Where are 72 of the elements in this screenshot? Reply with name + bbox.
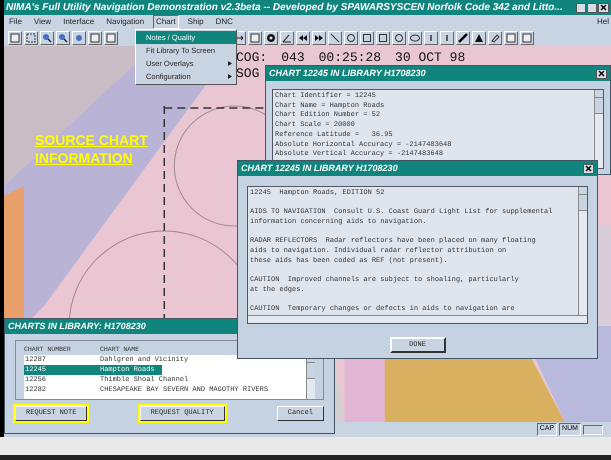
line-icon: [330, 32, 340, 42]
circle-icon: [394, 32, 404, 42]
eraser-icon: [490, 32, 500, 42]
square-icon: [362, 32, 372, 42]
time-readout: 00:25:28: [318, 49, 382, 67]
close-icon: [585, 165, 592, 172]
annotation-text: SOURCE CHART INFORMATION: [35, 131, 149, 167]
toolbar-button[interactable]: [456, 30, 470, 44]
submenu-arrow-icon: [228, 74, 232, 79]
horizontal-scrollbar[interactable]: [248, 315, 587, 323]
menu-item[interactable]: DNC: [212, 15, 236, 29]
cog-label: COG:: [236, 49, 268, 67]
close-button[interactable]: [583, 164, 594, 174]
minimize-button[interactable]: [576, 2, 586, 12]
toolbar-button[interactable]: [88, 30, 102, 44]
toolbar-button[interactable]: [392, 30, 406, 44]
submenu-arrow-icon: [228, 61, 232, 66]
toolbar-button[interactable]: [488, 30, 502, 44]
circle-icon: [346, 32, 356, 42]
close-button[interactable]: [598, 2, 609, 12]
menu-item[interactable]: Navigation: [103, 15, 148, 29]
toolbar-button[interactable]: [520, 30, 534, 44]
toolbar-button[interactable]: [344, 30, 358, 44]
rewind-icon: [298, 32, 308, 42]
menu-item[interactable]: Hel: [596, 16, 609, 28]
toolbar-button[interactable]: [504, 30, 518, 44]
toolbar-button[interactable]: [376, 30, 390, 44]
window-title: CHART 12245 IN LIBRARY H1708230: [269, 66, 426, 80]
toolbar-button[interactable]: [472, 30, 486, 44]
toolbar-button[interactable]: [296, 30, 310, 44]
triangle-icon: [474, 32, 484, 42]
toolbar-button[interactable]: [328, 30, 342, 44]
menu-item[interactable]: View: [30, 15, 54, 29]
toolbar-button[interactable]: [104, 30, 118, 44]
toolbar-button[interactable]: [440, 30, 454, 44]
menu-item[interactable]: Interface: [60, 15, 98, 29]
date-readout: 30 OCT 98: [395, 49, 466, 67]
maximize-button[interactable]: [587, 2, 597, 12]
window-title: CHART 12245 IN LIBRARY H1708230: [241, 162, 398, 175]
toolbar-button[interactable]: [408, 30, 422, 44]
sog-label: SOG: [236, 65, 260, 83]
menu-item[interactable]: Chart: [153, 15, 179, 29]
menu-item[interactable]: Ship: [184, 15, 207, 29]
scrollbar[interactable]: [594, 90, 603, 168]
toolbar-button[interactable]: [8, 30, 22, 44]
toolbar-button[interactable]: [360, 30, 374, 44]
magnifier-icon: [42, 32, 52, 42]
toolbar-button[interactable]: [280, 30, 294, 44]
toolbar-button[interactable]: [56, 30, 70, 44]
close-icon: [600, 4, 607, 11]
toolbar-button[interactable]: [24, 30, 38, 44]
angle-icon: [282, 32, 292, 42]
close-button[interactable]: [596, 68, 607, 78]
close-icon: [598, 70, 605, 77]
scrollbar[interactable]: [578, 187, 587, 315]
pencil-icon: [458, 32, 468, 42]
square-icon: [378, 32, 388, 42]
toolbar-button[interactable]: [264, 30, 278, 44]
status-panel: [583, 424, 603, 434]
toolbar-button[interactable]: [424, 30, 438, 44]
menu-item[interactable]: File: [6, 15, 25, 29]
cog-value: 043: [281, 49, 305, 67]
magnifier-icon: [58, 32, 68, 42]
grid-icon: [26, 32, 36, 42]
toolbar-button[interactable]: [40, 30, 54, 44]
fast-forward-icon: [314, 32, 324, 42]
dot-icon: [74, 32, 84, 42]
toolbar-button[interactable]: [248, 30, 262, 44]
window-title: CHARTS IN LIBRARY: H1708230: [8, 320, 146, 333]
ellipse-icon: [410, 32, 420, 42]
app-title: NIMA's Full Utility Navigation Demonstration v2.3beta -- Developed by SPAWARSYSCEN Norfolk Code 342 and Litto...: [5, 1, 563, 15]
toolbar-button[interactable]: [312, 30, 326, 44]
